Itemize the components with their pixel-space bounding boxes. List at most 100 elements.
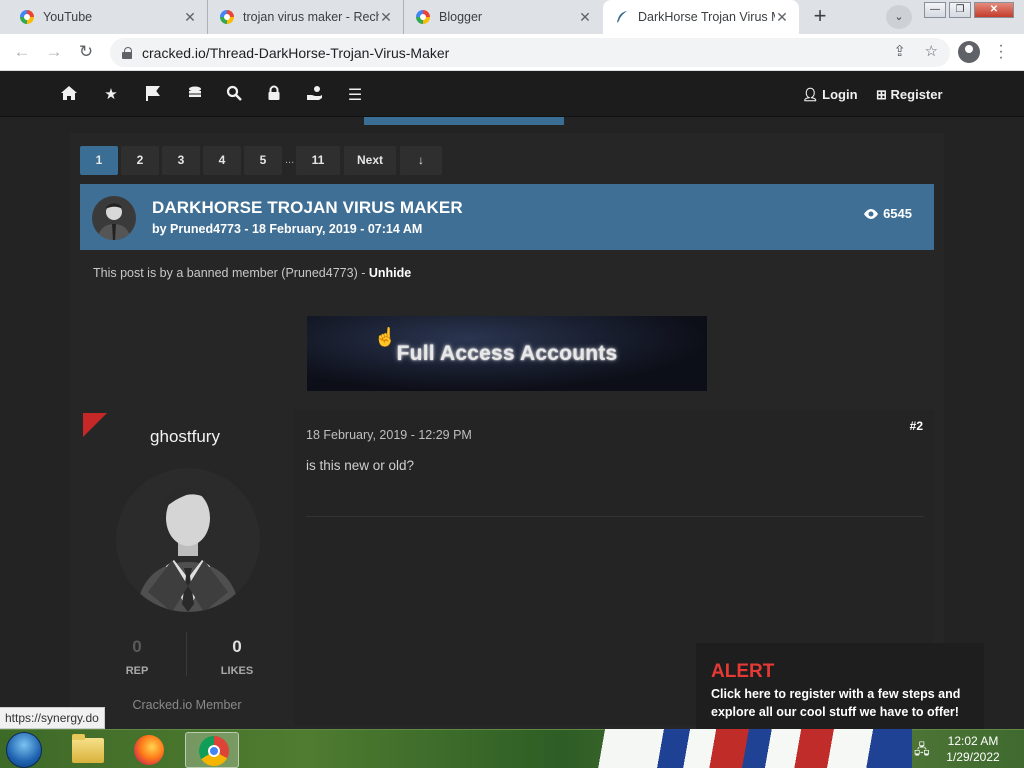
close-icon[interactable]: ✕: [379, 9, 393, 26]
next-page-button[interactable]: Next: [344, 146, 396, 175]
maximize-button[interactable]: ❐: [949, 2, 971, 18]
view-count: 6545: [863, 206, 912, 221]
author-avatar[interactable]: [92, 196, 136, 240]
close-icon[interactable]: ✕: [578, 9, 592, 26]
window-close-button[interactable]: ✕: [974, 2, 1014, 18]
post-divider: [306, 516, 924, 517]
tab-title: Blogger: [439, 10, 483, 24]
minimize-button[interactable]: —: [924, 2, 946, 18]
thread-title: DARKHORSE TROJAN VIRUS MAKER: [152, 198, 463, 217]
page-button[interactable]: 4: [203, 146, 241, 175]
new-tab-button[interactable]: +: [806, 5, 834, 29]
taskbar-explorer[interactable]: [62, 732, 116, 768]
post-number-link[interactable]: #2: [910, 419, 923, 433]
register-alert[interactable]: ALERT Click here to register with a few …: [696, 643, 984, 729]
bookmark-star-icon[interactable]: ☆: [925, 42, 938, 60]
rep-value: 0: [132, 637, 142, 656]
desktop-wallpaper: [592, 729, 912, 768]
login-link[interactable]: 👤︎ Login: [802, 87, 858, 103]
coins-icon[interactable]: [185, 85, 205, 101]
user-icon: 👤︎: [802, 87, 819, 102]
unhide-link[interactable]: Unhide: [369, 266, 411, 280]
firefox-icon: [134, 735, 164, 765]
flag-icon[interactable]: [143, 85, 163, 101]
rep-stat: 0 REP: [97, 637, 177, 677]
thread-header: DARKHORSE TROJAN VIRUS MAKER by Pruned47…: [80, 184, 934, 250]
hand-pointer-icon: ☝: [374, 327, 397, 347]
chrome-icon: [199, 736, 229, 766]
clock-date: 1/29/2022: [946, 750, 1000, 764]
ad-banner[interactable]: Full Access Accounts: [307, 316, 707, 391]
menu-icon[interactable]: ☰: [345, 85, 365, 105]
windows-start-button[interactable]: [6, 732, 42, 768]
likes-value: 0: [232, 637, 242, 656]
lock-icon[interactable]: [264, 85, 284, 101]
likes-label: LIKES: [220, 665, 254, 677]
browser-menu-icon[interactable]: · · ·: [996, 38, 1006, 66]
page-button[interactable]: 5: [244, 146, 282, 175]
browser-toolbar: ← → ↻ cracked.io/Thread-DarkHorse-Trojan…: [0, 34, 1024, 71]
reload-button[interactable]: ↻: [74, 40, 98, 64]
user-rank: Cracked.io Member: [132, 698, 242, 712]
search-icon[interactable]: [224, 85, 244, 101]
tab-search-button[interactable]: ⌄: [886, 5, 912, 29]
register-link[interactable]: ⊞ Register: [876, 87, 943, 103]
status-url-bubble: https://synergy.do: [0, 707, 105, 729]
user-silhouette-icon: [136, 487, 240, 612]
user-silhouette-icon: [97, 203, 131, 240]
banner-text: Full Access Accounts: [396, 341, 618, 365]
folder-icon: [72, 734, 104, 763]
likes-stat: 0 LIKES: [197, 637, 277, 677]
page-button[interactable]: 2: [121, 146, 159, 175]
google-icon: [20, 10, 34, 24]
page-button[interactable]: 11: [296, 146, 340, 175]
lock-icon: [122, 46, 132, 59]
star-icon[interactable]: ★: [101, 85, 121, 103]
back-button[interactable]: ←: [10, 40, 34, 64]
tab-trojan-search[interactable]: trojan virus maker - Rech ✕: [208, 0, 404, 34]
login-label: Login: [822, 87, 858, 102]
home-icon[interactable]: [59, 85, 79, 101]
taskbar-firefox[interactable]: [124, 732, 178, 768]
post-body: is this new or old?: [306, 458, 415, 473]
banned-notice-text: This post is by a banned member (Pruned4…: [93, 266, 369, 280]
url-text: cracked.io/Thread-DarkHorse-Trojan-Virus…: [142, 44, 450, 61]
tab-title: DarkHorse Trojan Virus M: [638, 10, 775, 24]
address-bar[interactable]: cracked.io/Thread-DarkHorse-Trojan-Virus…: [110, 38, 950, 67]
rep-label: REP: [125, 665, 149, 677]
tab-title: trojan virus maker - Rech: [243, 10, 379, 24]
network-icon[interactable]: 🖧: [914, 739, 930, 763]
hand-coin-icon[interactable]: [305, 85, 325, 101]
alert-title: ALERT: [711, 661, 775, 682]
share-icon[interactable]: ⇪: [893, 42, 906, 60]
site-nav: ★ ☰ 👤︎ Login ⊞ Register: [0, 71, 1024, 117]
profile-avatar-icon[interactable]: [958, 41, 980, 63]
post-username[interactable]: ghostfury: [80, 427, 290, 447]
tab-darkhorse[interactable]: DarkHorse Trojan Virus M ✕: [603, 0, 799, 34]
tab-blogger[interactable]: Blogger ✕: [404, 0, 602, 34]
tab-title: YouTube: [43, 10, 93, 24]
scroll-down-button[interactable]: ↓: [400, 146, 442, 175]
view-count-value: 6545: [883, 206, 912, 221]
plus-square-icon: ⊞: [876, 87, 887, 102]
system-clock[interactable]: 12:02 AM 1/29/2022: [938, 733, 1008, 765]
page-button[interactable]: 1: [80, 146, 118, 175]
clock-time: 12:02 AM: [947, 734, 999, 748]
post-date: 18 February, 2019 - 12:29 PM: [306, 428, 472, 442]
post-author-avatar[interactable]: [116, 468, 260, 612]
eye-icon: [864, 208, 879, 219]
close-icon[interactable]: ✕: [775, 9, 789, 26]
feather-icon: [617, 11, 627, 23]
close-icon[interactable]: ✕: [183, 9, 197, 26]
banned-notice: This post is by a banned member (Pruned4…: [80, 256, 934, 290]
stat-divider: [186, 632, 187, 676]
taskbar-chrome[interactable]: [185, 732, 239, 768]
post-author-panel: ghostfury 0 REP 0 LIKES Cracked.io Membe…: [80, 410, 294, 725]
forward-button[interactable]: →: [42, 40, 66, 64]
pagination-ellipsis: ...: [285, 154, 295, 166]
tab-youtube[interactable]: YouTube ✕: [8, 0, 208, 34]
browser-tab-strip: YouTube ✕ trojan virus maker - Rech ✕ Bl…: [0, 0, 1024, 34]
google-icon: [416, 10, 430, 24]
page-button[interactable]: 3: [162, 146, 200, 175]
arrow-down-icon: ↓: [418, 153, 424, 167]
